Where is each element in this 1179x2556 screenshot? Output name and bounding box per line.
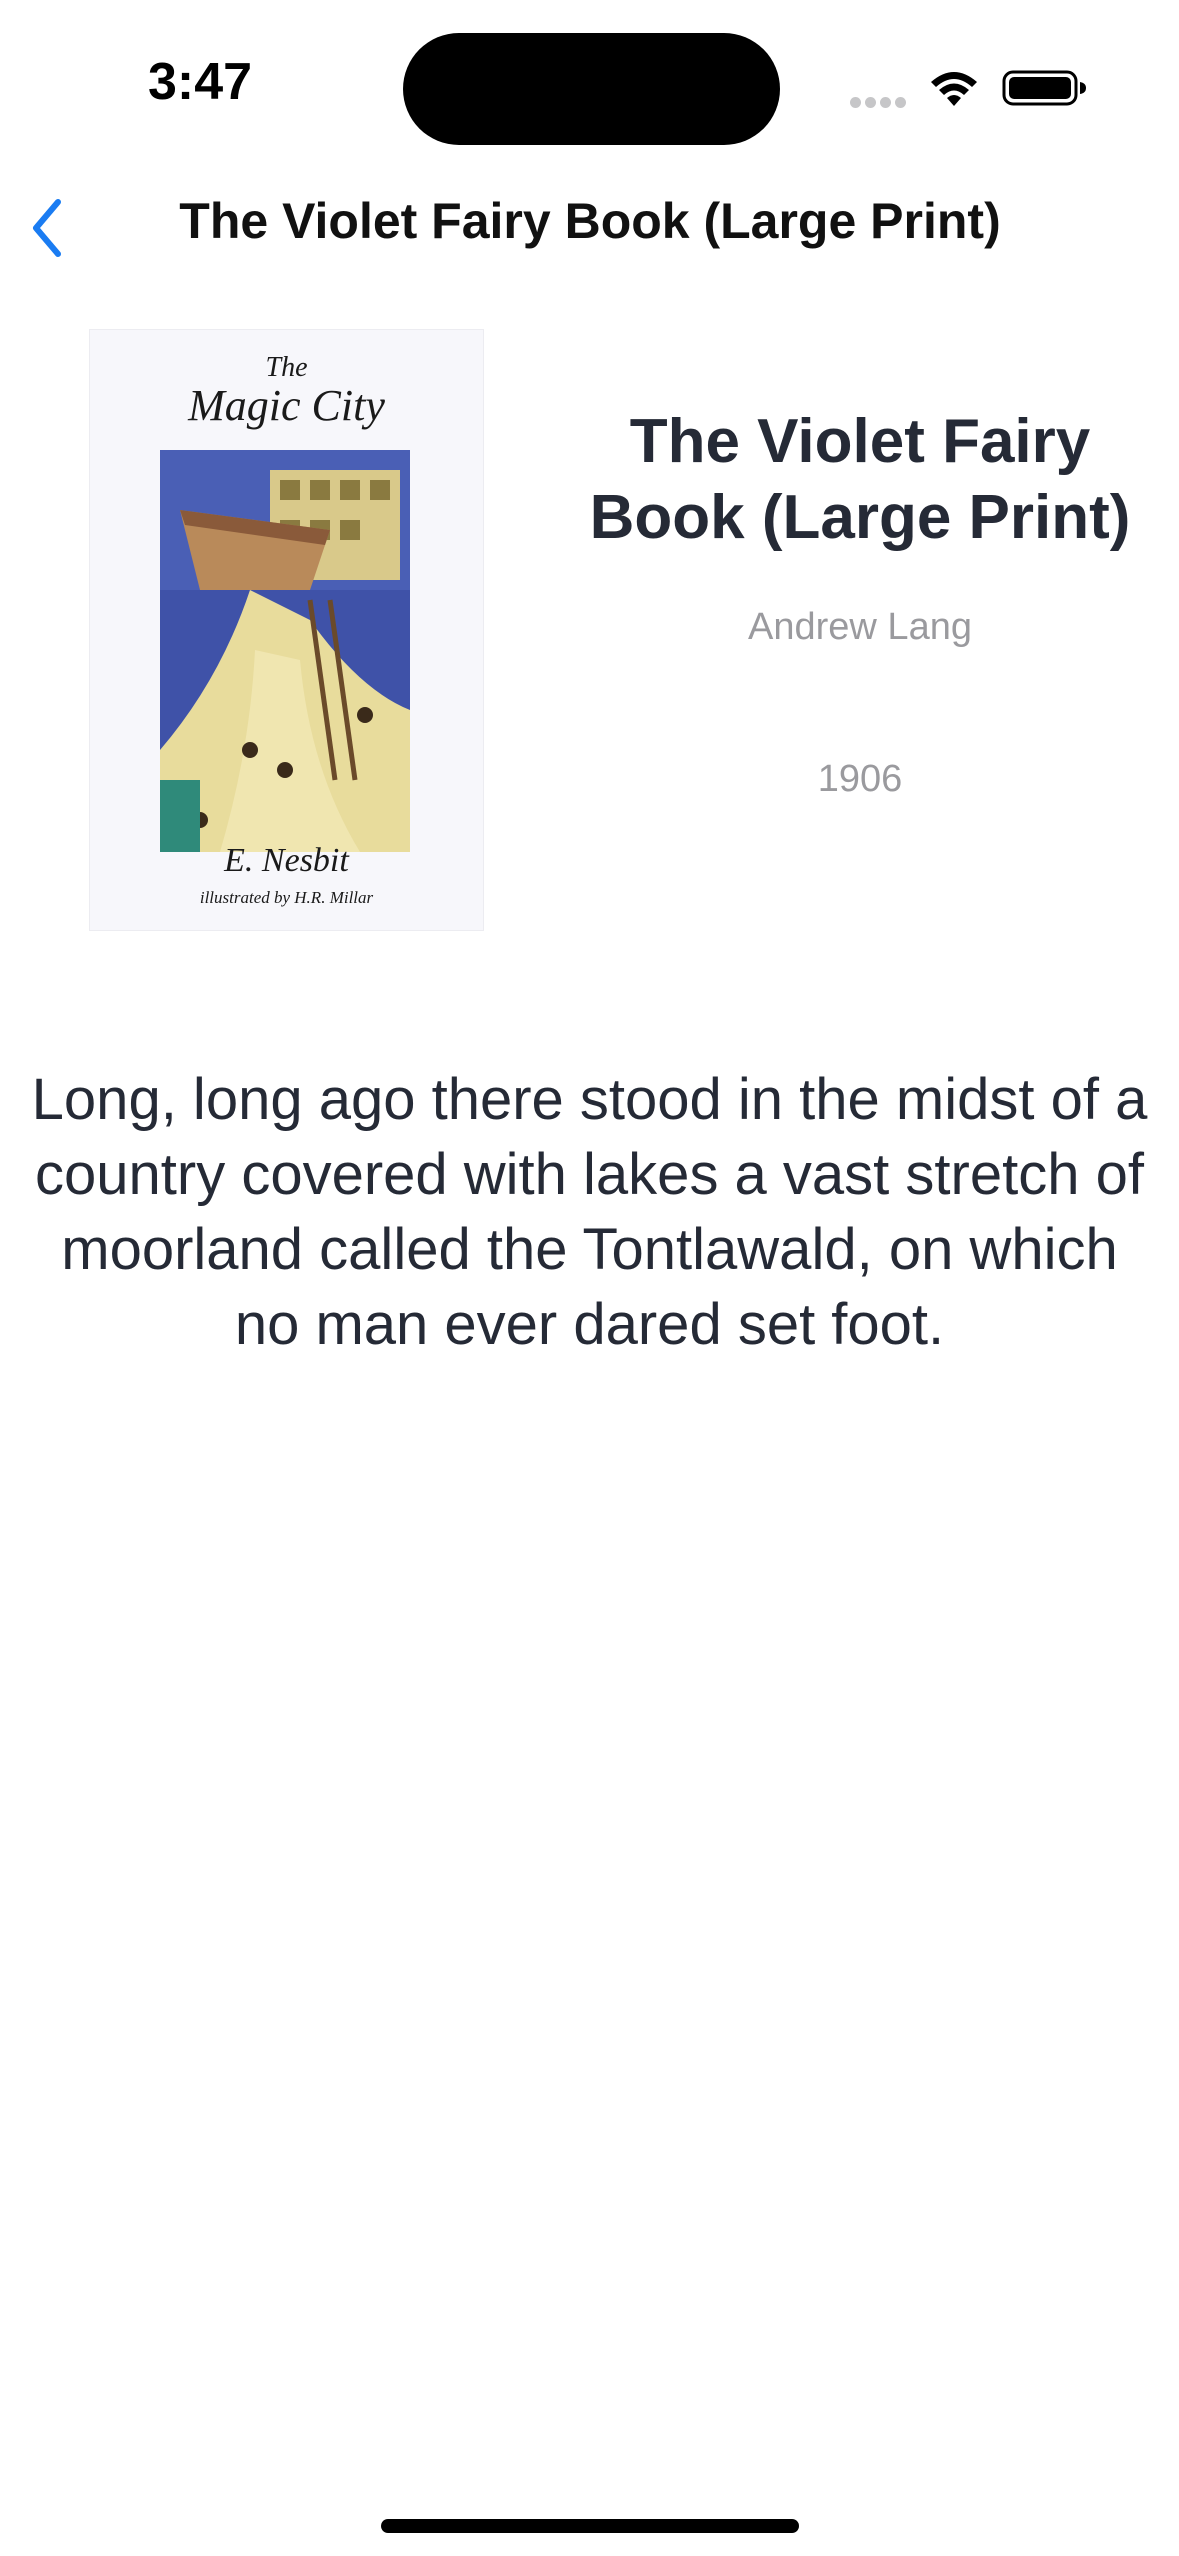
- book-year: 1906: [817, 758, 903, 800]
- book-cover: The Magic City E. Nesbit illustrated by …: [90, 330, 483, 930]
- cellular-signal-icon: [850, 95, 912, 108]
- cover-illustrator: illustrated by H.R. Millar: [199, 888, 374, 907]
- dynamic-island: [403, 33, 780, 145]
- book-title: The Violet Fairy Book (Large Print): [589, 407, 1131, 552]
- cover-author: E. Nesbit: [224, 842, 349, 879]
- back-button[interactable]: [16, 190, 76, 266]
- home-indicator[interactable]: [381, 2519, 799, 2533]
- battery-icon: [1002, 70, 1086, 106]
- chevron-left-icon: [33, 199, 61, 257]
- cover-title: Magic City: [188, 381, 385, 430]
- wifi-icon: [931, 72, 977, 106]
- status-time: 3:47: [148, 53, 253, 111]
- cover-illustration: [160, 450, 410, 852]
- book-author: Andrew Lang: [748, 606, 972, 648]
- nav-title: The Violet Fairy Book (Large Print): [179, 193, 1001, 249]
- book-description: Long, long ago there stood in the midst …: [31, 1067, 1148, 1357]
